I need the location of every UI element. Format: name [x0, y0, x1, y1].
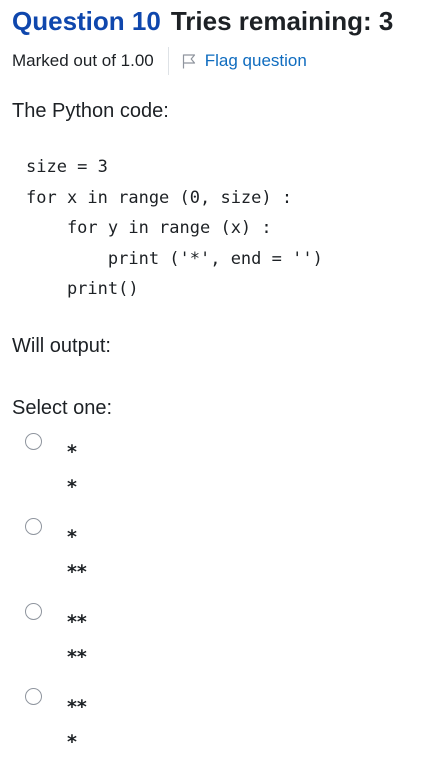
- radio-button[interactable]: [25, 433, 42, 450]
- code-line: for x in range (0, size) :: [26, 187, 293, 208]
- option-output-line: *: [67, 441, 77, 463]
- option-output-line: **: [67, 611, 87, 633]
- option-output-line: **: [67, 561, 87, 583]
- code-line: for y in range (x) :: [26, 218, 272, 238]
- option-output-line: **: [67, 696, 87, 718]
- will-output-label: Will output:: [12, 335, 111, 357]
- flag-question-link[interactable]: Flag question: [181, 51, 307, 71]
- marked-out-of: Marked out of 1.00: [12, 51, 154, 70]
- code-line: print(): [26, 279, 139, 299]
- code-line: print ('*', end = ''): [26, 248, 323, 269]
- flag-icon: [182, 54, 195, 69]
- question-header: Question 10 Tries remaining: 3: [12, 6, 442, 37]
- answer-option-a[interactable]: * *: [25, 433, 345, 513]
- answer-option-d[interactable]: ** *: [25, 688, 345, 768]
- question-prompt: The Python code:: [12, 100, 169, 122]
- answer-option-b[interactable]: * **: [25, 518, 345, 598]
- radio-button[interactable]: [25, 603, 42, 620]
- option-output-line: **: [67, 646, 87, 668]
- select-one-label: Select one:: [12, 397, 113, 419]
- radio-button[interactable]: [25, 688, 42, 705]
- radio-button[interactable]: [25, 518, 42, 535]
- option-output-line: *: [67, 731, 77, 753]
- flag-question-label: Flag question: [204, 51, 307, 70]
- code-line: size = 3: [26, 157, 108, 177]
- question-number: Question 10: [12, 6, 161, 36]
- question-meta: Marked out of 1.00 Flag question: [12, 47, 307, 75]
- option-output-line: *: [67, 476, 77, 498]
- tries-remaining: Tries remaining: 3: [170, 6, 394, 36]
- code-block: size = 3 for x in range (0, size) : for y…: [26, 152, 323, 305]
- answer-option-c[interactable]: ** **: [25, 603, 345, 683]
- meta-divider: [167, 47, 169, 75]
- option-output-line: *: [67, 526, 77, 548]
